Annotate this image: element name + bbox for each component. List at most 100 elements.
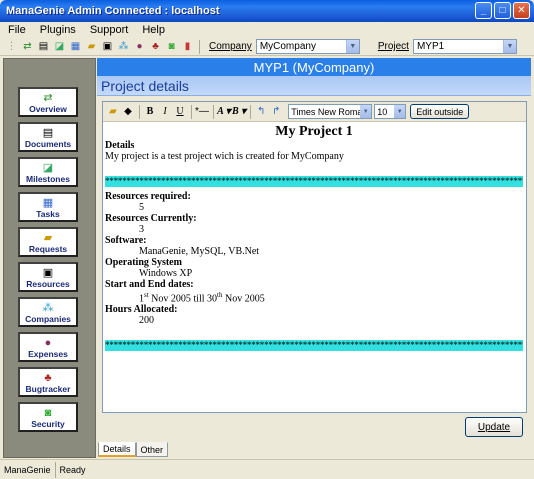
security-icon: ◙ [44, 407, 52, 419]
editor-separator [250, 104, 252, 119]
tasks-icon: ▦ [42, 197, 54, 209]
toolbar-expenses-icon[interactable]: ● [132, 39, 147, 54]
maximize-button[interactable]: □ [494, 2, 511, 19]
minimize-button[interactable]: _ [475, 2, 492, 19]
software-value: ManaGenie, MySQL, VB.Net [139, 246, 260, 257]
sidebar-item-resources[interactable]: ▣ Resources [18, 262, 78, 292]
company-label: Company [209, 41, 252, 52]
details-text: My project is a test project wich is cre… [105, 151, 344, 162]
sidebar-item-label: Bugtracker [25, 384, 71, 394]
sidebar-item-documents[interactable]: ▤ Documents [18, 122, 78, 152]
sidebar-item-label: Requests [28, 244, 68, 254]
font-color-button[interactable]: A ▾ [217, 104, 231, 119]
toolbar-exit-icon[interactable]: ▮ [180, 39, 195, 54]
resources-required-value: 5 [139, 202, 144, 213]
milestones-icon: ◪ [42, 162, 54, 174]
end-date-text: Nov 2005 [222, 293, 265, 305]
chevron-down-icon[interactable]: ▼ [394, 105, 406, 118]
toolbar-tasks-icon[interactable]: ▦ [68, 39, 83, 54]
requests-icon: ▰ [43, 232, 53, 244]
font-family-value: Times New Roman [291, 106, 368, 117]
font-size-value: 10 [377, 106, 388, 117]
tab-details[interactable]: Details [98, 442, 136, 457]
update-button[interactable]: Update [465, 417, 523, 437]
documents-icon: ▤ [42, 127, 54, 139]
menu-support[interactable]: Support [90, 24, 129, 36]
sidebar-item-overview[interactable]: ⇄ Overview [18, 87, 78, 117]
tab-other[interactable]: Other [135, 442, 169, 457]
sidebar-item-expenses[interactable]: ● Expenses [18, 332, 78, 362]
status-app: ManaGenie [0, 461, 56, 478]
separator-line: ****************************************… [105, 176, 523, 187]
dates-value: 1st Nov 2005 till 30th Nov 2005 [105, 290, 523, 304]
edit-outside-button[interactable]: Edit outside [410, 104, 470, 119]
editor-separator [213, 104, 214, 119]
toolbar-bugtracker-icon[interactable]: ♣ [148, 39, 163, 54]
resources-currently-value: 3 [139, 224, 144, 235]
sidebar-item-tasks[interactable]: ▦ Tasks [18, 192, 78, 222]
company-select[interactable]: MyCompany ▼ [255, 39, 360, 54]
bold-button[interactable]: B [143, 104, 157, 119]
companies-icon: ⁂ [42, 302, 54, 314]
font-style-button[interactable]: B ▾ [232, 104, 246, 119]
toolbar-overview-icon[interactable]: ⇄ [20, 39, 35, 54]
overview-icon: ⇄ [43, 92, 53, 104]
sidebar-item-label: Expenses [28, 349, 68, 359]
toolbar-resources-icon[interactable]: ▣ [100, 39, 115, 54]
window-titlebar: ManaGenie Admin Connected : localhost _ … [0, 0, 534, 22]
panel-title: Project details [97, 76, 531, 96]
menu-help[interactable]: Help [142, 24, 165, 36]
document-content[interactable]: My Project 1 Details My project is a tes… [105, 124, 523, 410]
sidebar-item-label: Security [31, 419, 65, 429]
toolbar-milestones-icon[interactable]: ◪ [52, 39, 67, 54]
close-button[interactable]: ✕ [513, 2, 530, 19]
status-state: Ready [59, 464, 86, 475]
font-family-select[interactable]: Times New Roman ▼ [288, 104, 373, 119]
editor-separator [191, 104, 192, 119]
project-select[interactable]: MYP1 ▼ [412, 39, 517, 54]
sidebar-item-label: Tasks [36, 209, 60, 219]
sidebar-item-security[interactable]: ◙ Security [18, 402, 78, 432]
sidebar-item-label: Companies [25, 314, 71, 324]
window-title: ManaGenie Admin Connected : localhost [6, 5, 220, 17]
sidebar-item-label: Resources [26, 279, 70, 289]
details-heading: Details [105, 140, 135, 151]
project-label: Project [377, 41, 409, 52]
toolbar-documents-icon[interactable]: ▤ [36, 39, 51, 54]
italic-button[interactable]: I [158, 104, 172, 119]
date-range-text: Nov 2005 till 30 [148, 293, 218, 305]
project-banner: MYP1 (MyCompany) [97, 58, 531, 76]
hours-value: 200 [139, 315, 154, 327]
chevron-down-icon[interactable]: ▼ [345, 40, 359, 53]
underline-button[interactable]: U [173, 104, 187, 119]
hours-label: Hours Allocated: [105, 304, 178, 316]
sidebar-item-milestones[interactable]: ◪ Milestones [18, 157, 78, 187]
sidebar-item-companies[interactable]: ⁂ Companies [18, 297, 78, 327]
bullet-list-button[interactable]: *— [195, 104, 209, 119]
font-size-select[interactable]: 10 ▼ [374, 104, 407, 119]
window-controls: _ □ ✕ [475, 2, 530, 19]
toolbar-companies-icon[interactable]: ⁂ [116, 39, 131, 54]
toolbar-requests-icon[interactable]: ▰ [84, 39, 99, 54]
redo-icon[interactable]: ↱ [269, 104, 283, 119]
menu-bar: File Plugins Support Help [0, 22, 534, 38]
chevron-down-icon[interactable]: ▼ [502, 40, 516, 53]
os-value: Windows XP [139, 268, 193, 279]
menu-file[interactable]: File [8, 24, 26, 36]
bugtracker-icon: ♣ [44, 372, 52, 384]
dates-label: Start and End dates: [105, 279, 194, 290]
separator-line: ****************************************… [105, 340, 523, 352]
sidebar-item-label: Documents [24, 139, 72, 149]
tag-icon[interactable]: ◆ [121, 104, 135, 119]
grip-icon: ⋮ [6, 41, 17, 52]
menu-plugins[interactable]: Plugins [40, 24, 76, 36]
sidebar-item-bugtracker[interactable]: ♣ Bugtracker [18, 367, 78, 397]
open-folder-icon[interactable]: ▰ [106, 104, 120, 119]
sidebar-item-requests[interactable]: ▰ Requests [18, 227, 78, 257]
toolbar-security-icon[interactable]: ◙ [164, 39, 179, 54]
sidebar-item-label: Overview [29, 104, 67, 114]
undo-icon[interactable]: ↰ [254, 104, 268, 119]
editor-toolbar: ▰ ◆ B I U *— A ▾ B ▾ ↰ ↱ Times New Roman… [103, 102, 526, 122]
resources-required-label: Resources required: [105, 191, 191, 202]
chevron-down-icon[interactable]: ▼ [360, 105, 372, 118]
